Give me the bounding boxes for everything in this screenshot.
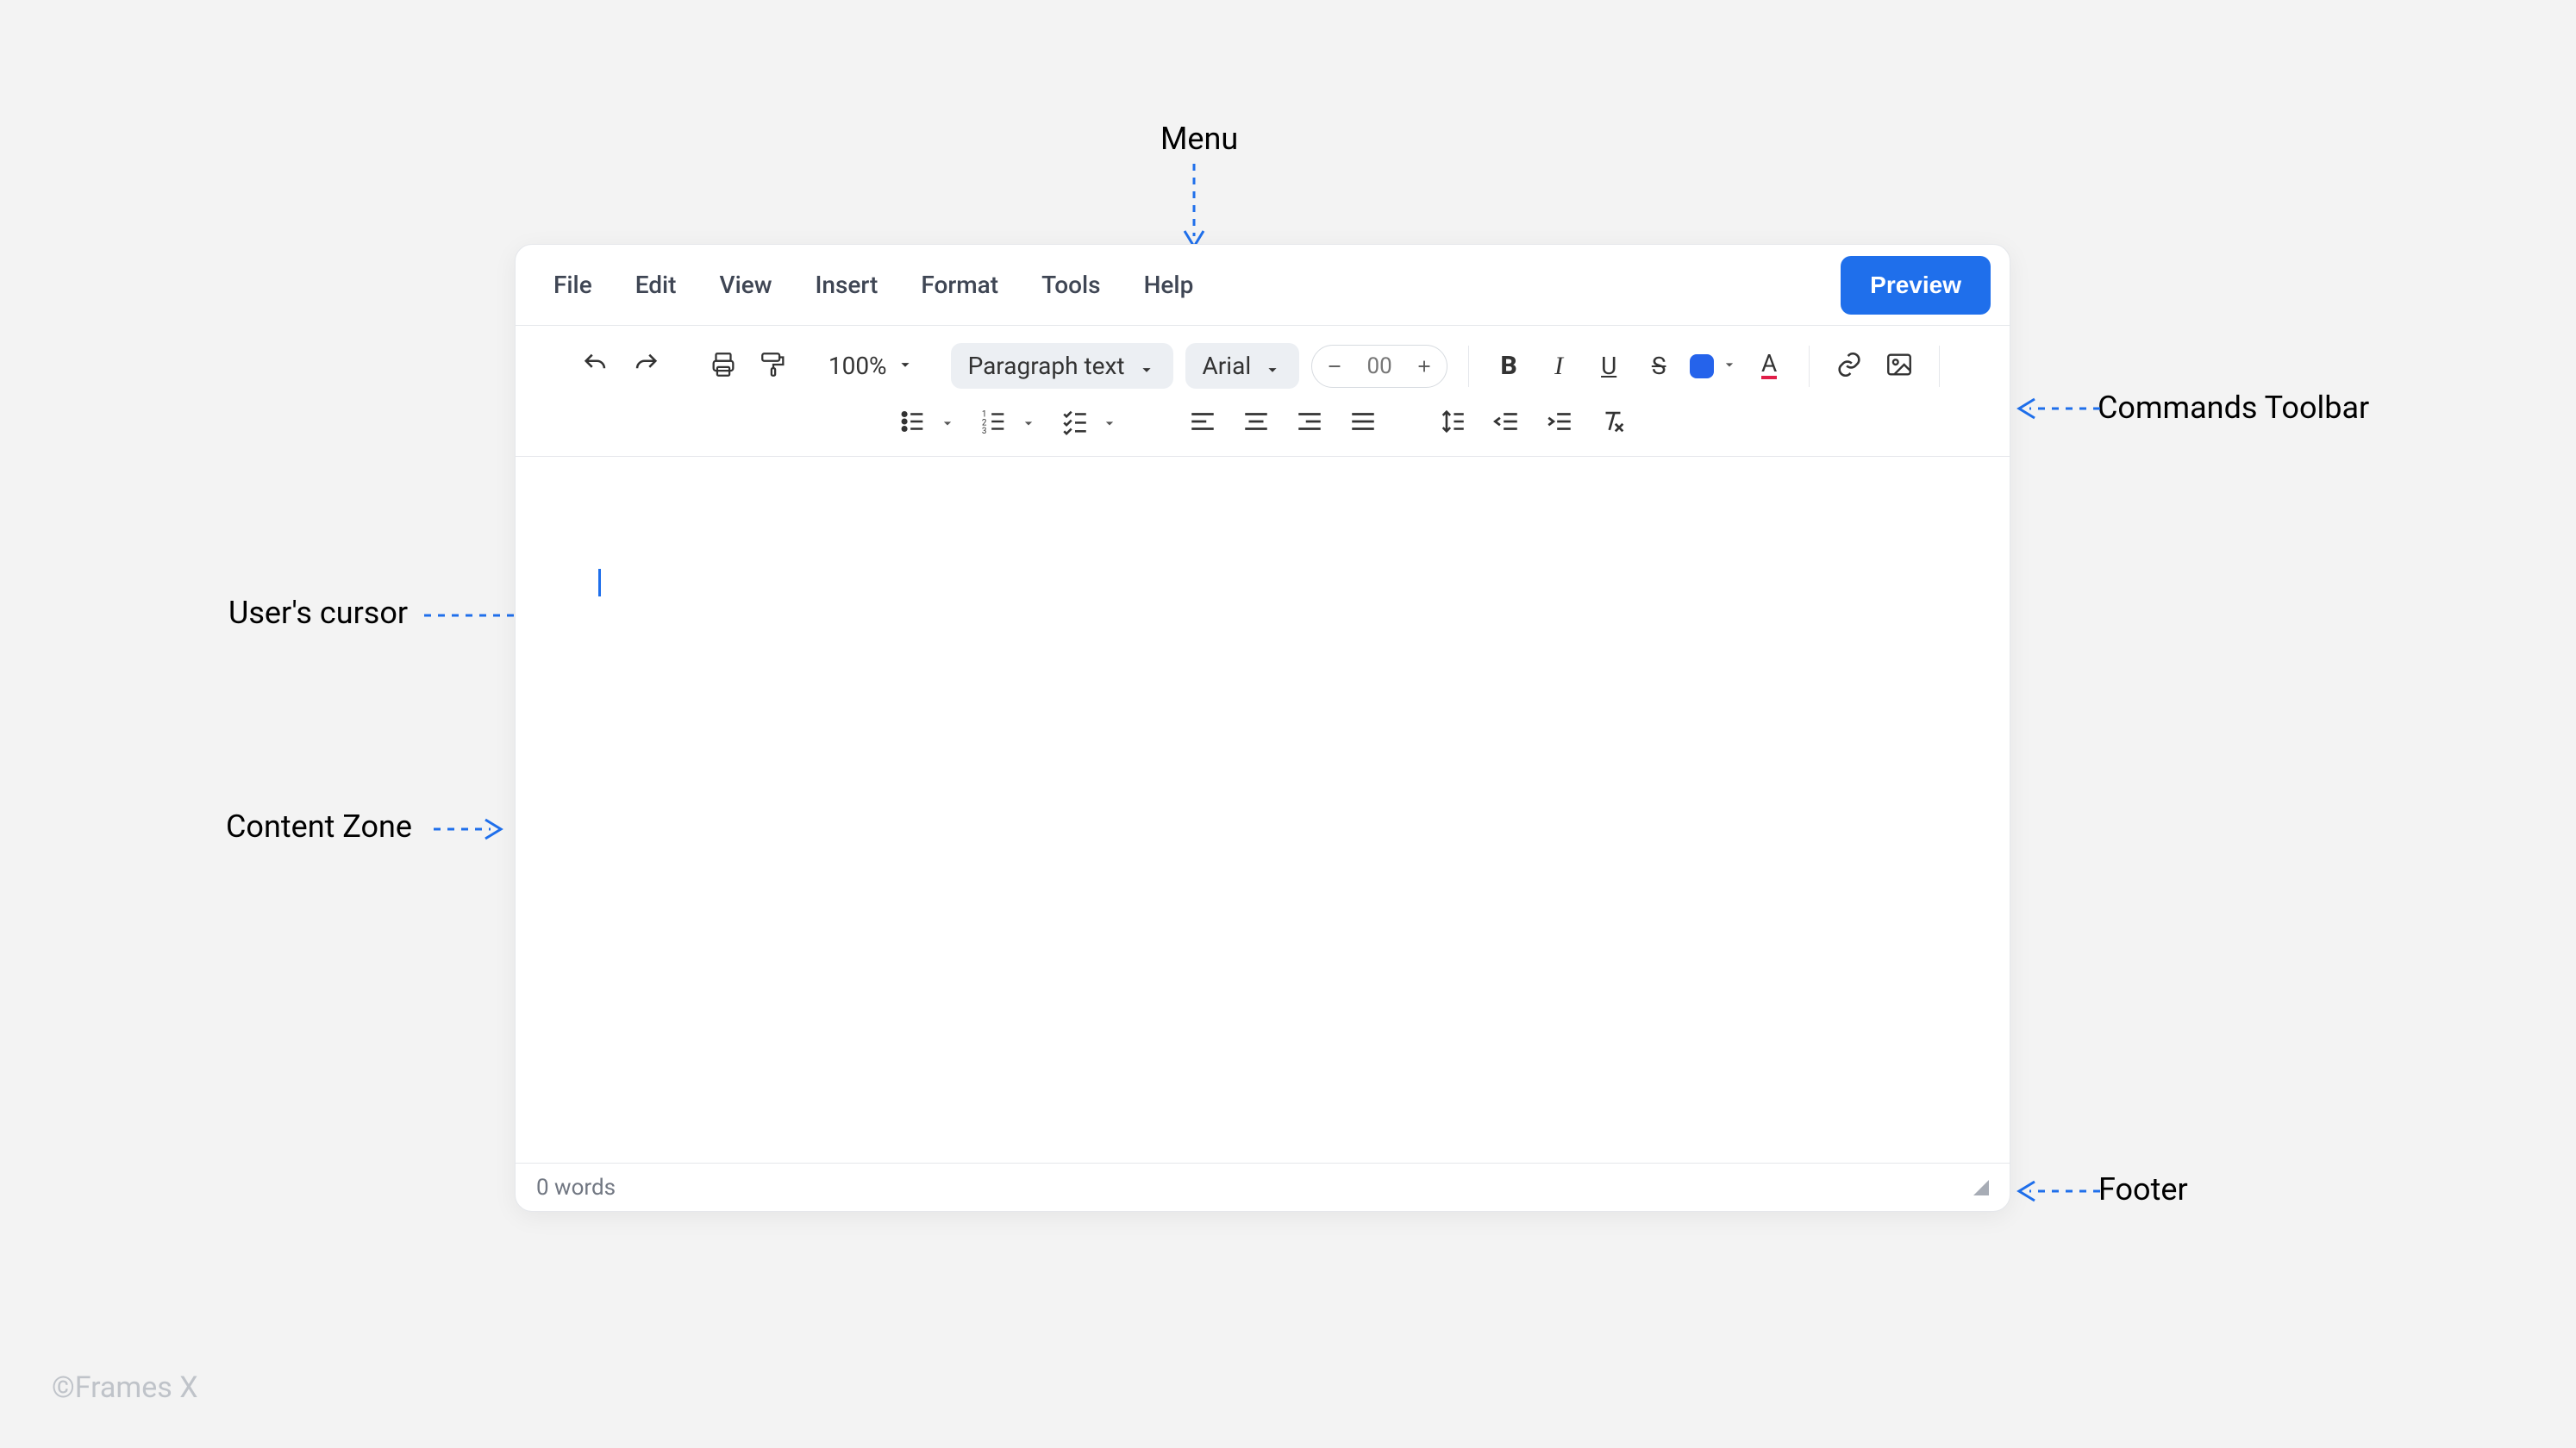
text-color-icon: A <box>1761 353 1777 379</box>
checklist-button[interactable] <box>1056 404 1094 442</box>
commands-toolbar: 100% Paragraph text Arial 00 B I U S <box>516 326 2010 457</box>
menu-file[interactable]: File <box>535 259 611 311</box>
numbered-list-button[interactable]: 123 <box>975 404 1013 442</box>
bulleted-list-icon <box>898 407 928 440</box>
align-left-icon <box>1188 407 1217 440</box>
text-color-button[interactable]: A <box>1750 347 1788 385</box>
bulleted-list-button[interactable] <box>894 404 932 442</box>
align-right-button[interactable] <box>1291 404 1329 442</box>
preview-button[interactable]: Preview <box>1841 256 1991 315</box>
paragraph-style-select[interactable]: Paragraph text <box>951 343 1173 389</box>
undo-button[interactable] <box>577 347 615 385</box>
underline-icon: U <box>1601 352 1616 380</box>
menu-help[interactable]: Help <box>1125 259 1213 311</box>
align-left-button[interactable] <box>1184 404 1222 442</box>
italic-button[interactable]: I <box>1540 347 1578 385</box>
menu-tools[interactable]: Tools <box>1022 259 1119 311</box>
print-icon <box>709 350 738 383</box>
bold-icon: B <box>1501 351 1517 381</box>
word-count: 0 words <box>536 1175 616 1201</box>
image-icon <box>1885 350 1914 383</box>
checklist-menu-button[interactable] <box>1097 404 1122 442</box>
menu-format[interactable]: Format <box>902 259 1017 311</box>
font-family-select[interactable]: Arial <box>1185 343 1300 389</box>
checklist-icon <box>1060 407 1090 440</box>
color-swatch-icon <box>1690 354 1714 378</box>
separator <box>1939 346 1940 387</box>
zoom-value: 100% <box>828 352 887 380</box>
font-family-label: Arial <box>1203 352 1252 380</box>
separator <box>1468 346 1469 387</box>
menu-view[interactable]: View <box>701 259 791 311</box>
resize-handle[interactable] <box>1973 1180 1989 1195</box>
menubar: File Edit View Insert Format Tools Help … <box>516 245 2010 326</box>
clear-formatting-icon <box>1598 407 1628 440</box>
indent-increase-icon <box>1545 407 1574 440</box>
paint-format-button[interactable] <box>754 347 792 385</box>
align-center-button[interactable] <box>1237 404 1275 442</box>
paint-roller-icon <box>759 350 788 383</box>
annotation-arrow-footer <box>2014 1179 2100 1203</box>
font-size-value[interactable]: 00 <box>1357 353 1402 379</box>
indent-decrease-icon <box>1491 407 1521 440</box>
bulleted-list-menu-button[interactable] <box>935 404 960 442</box>
annotation-content-zone: Content Zone <box>226 808 412 845</box>
content-zone[interactable] <box>516 457 2010 1163</box>
chevron-down-icon <box>1263 357 1282 376</box>
align-justify-icon <box>1348 407 1378 440</box>
numbered-list-icon: 123 <box>979 407 1009 440</box>
text-cursor <box>598 569 601 596</box>
indent-decrease-button[interactable] <box>1487 404 1525 442</box>
menu-edit[interactable]: Edit <box>616 259 696 311</box>
annotation-footer: Footer <box>2098 1171 2188 1208</box>
annotation-arrow-content <box>434 817 506 841</box>
insert-link-button[interactable] <box>1830 347 1868 385</box>
menu-insert[interactable]: Insert <box>797 259 897 311</box>
annotation-commands-toolbar: Commands Toolbar <box>2098 390 2369 426</box>
footer: 0 words <box>516 1163 2010 1211</box>
redo-icon <box>631 350 660 383</box>
svg-text:3: 3 <box>981 427 986 436</box>
annotation-arrow-menu <box>1181 164 1207 253</box>
annotation-users-cursor: User's cursor <box>228 595 408 631</box>
strikethrough-button[interactable]: S <box>1640 347 1678 385</box>
font-size-decrease-button[interactable] <box>1317 349 1352 384</box>
italic-icon: I <box>1554 352 1563 381</box>
indent-increase-button[interactable] <box>1541 404 1579 442</box>
line-spacing-icon <box>1438 407 1467 440</box>
align-right-icon <box>1295 407 1324 440</box>
zoom-select[interactable]: 100% <box>828 352 915 380</box>
print-button[interactable] <box>704 347 742 385</box>
align-center-icon <box>1241 407 1271 440</box>
redo-button[interactable] <box>627 347 665 385</box>
font-size-increase-button[interactable] <box>1407 349 1441 384</box>
chevron-down-icon <box>1137 357 1156 376</box>
chevron-down-icon <box>1721 356 1738 377</box>
watermark: ©Frames X <box>52 1370 198 1405</box>
strikethrough-icon: S <box>1652 352 1666 380</box>
font-size-stepper: 00 <box>1311 345 1447 388</box>
insert-image-button[interactable] <box>1880 347 1918 385</box>
align-justify-button[interactable] <box>1344 404 1382 442</box>
bold-button[interactable]: B <box>1490 347 1528 385</box>
link-icon <box>1835 350 1864 383</box>
separator <box>1809 346 1810 387</box>
underline-button[interactable]: U <box>1590 347 1628 385</box>
annotation-arrow-commands <box>2014 396 2100 421</box>
undo-icon <box>581 350 610 383</box>
numbered-list-menu-button[interactable] <box>1016 404 1041 442</box>
chevron-down-icon <box>896 352 915 380</box>
line-spacing-button[interactable] <box>1434 404 1472 442</box>
paragraph-style-label: Paragraph text <box>968 352 1125 380</box>
editor-window: File Edit View Insert Format Tools Help … <box>515 244 2010 1212</box>
clear-formatting-button[interactable] <box>1594 404 1632 442</box>
highlight-color-button[interactable] <box>1690 354 1738 378</box>
annotation-menu: Menu <box>1160 121 1238 157</box>
